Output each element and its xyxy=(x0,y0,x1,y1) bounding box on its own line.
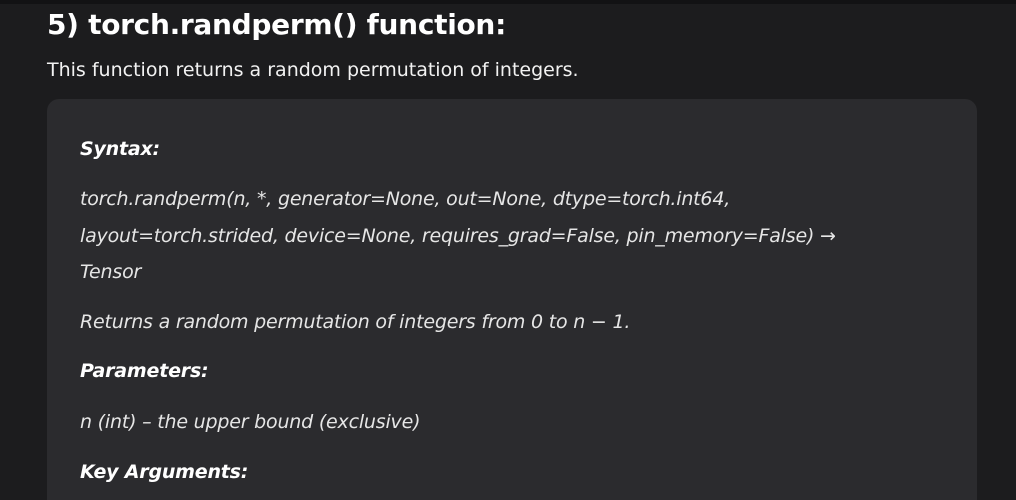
doc-card: Syntax: torch.randperm(n, *, generator=N… xyxy=(47,99,977,500)
top-bar xyxy=(0,0,1016,4)
signature-line-1: torch.randperm(n, *, generator=None, out… xyxy=(80,188,731,210)
parameters-label: Parameters: xyxy=(80,360,209,382)
section-title: 5) torch.randperm() function: xyxy=(47,8,506,41)
description-text: Returns a random permutation of integers… xyxy=(80,311,631,333)
section-intro: This function returns a random permutati… xyxy=(47,59,579,81)
signature-line-2: layout=torch.strided, device=None, requi… xyxy=(80,225,836,247)
syntax-label: Syntax: xyxy=(80,138,160,160)
parameter-n: n (int) – the upper bound (exclusive) xyxy=(80,411,421,433)
signature-line-3: Tensor xyxy=(80,261,142,283)
key-arguments-label: Key Arguments: xyxy=(80,461,249,483)
